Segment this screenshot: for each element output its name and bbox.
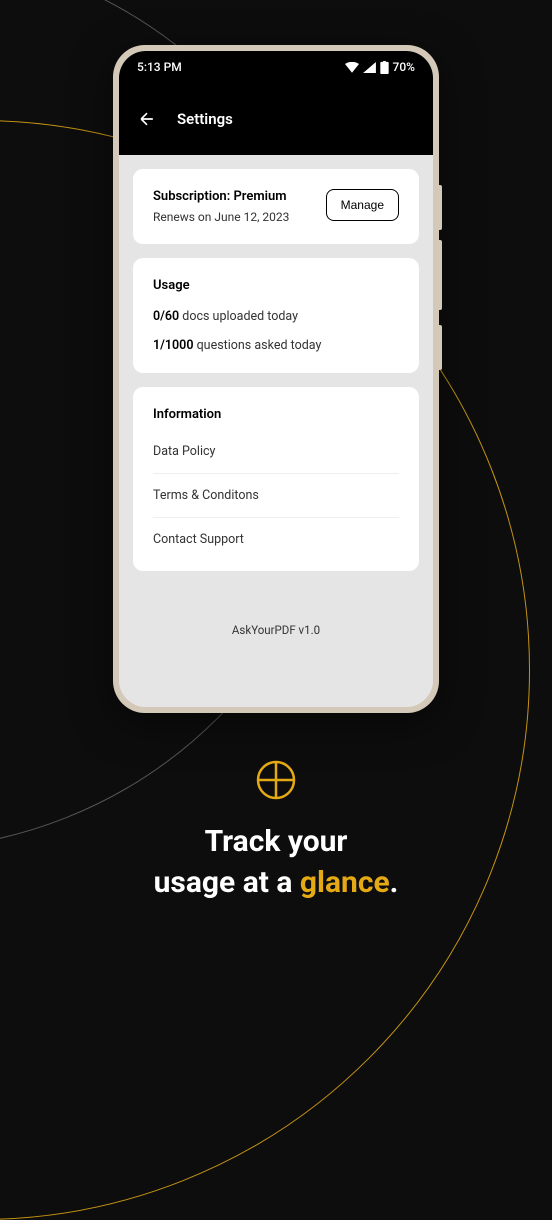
tagline-line2-start: usage at a [154, 865, 300, 900]
app-header: Settings [119, 83, 433, 155]
contact-support-link[interactable]: Contact Support [153, 518, 399, 561]
usage-questions-row: 1/1000 questions asked today [153, 338, 399, 353]
content-area: Subscription: Premium Renews on June 12,… [119, 155, 433, 707]
information-card: Information Data Policy Terms & Conditon… [133, 387, 419, 571]
wifi-icon [345, 62, 359, 73]
app-logo-icon [256, 760, 296, 804]
data-policy-link[interactable]: Data Policy [153, 430, 399, 474]
phone-frame: 5:13 PM 70% Settings Subscription: Premi… [113, 45, 439, 713]
version-text: AskYourPDF v1.0 [133, 623, 419, 637]
phone-side-button [439, 240, 442, 310]
terms-link[interactable]: Terms & Conditons [153, 474, 399, 518]
status-icons: 70% [345, 60, 415, 74]
back-arrow-icon[interactable] [137, 109, 157, 129]
usage-questions-count: 1/1000 [153, 338, 193, 353]
phone-screen: 5:13 PM 70% Settings Subscription: Premi… [119, 51, 433, 707]
usage-card: Usage 0/60 docs uploaded today 1/1000 qu… [133, 258, 419, 373]
status-bar: 5:13 PM 70% [119, 51, 433, 83]
battery-percent: 70% [393, 60, 415, 74]
tagline-line1: Track your [205, 824, 348, 859]
usage-questions-label: questions asked today [193, 338, 321, 353]
signal-icon [363, 62, 376, 73]
page-title: Settings [177, 110, 233, 128]
usage-docs-row: 0/60 docs uploaded today [153, 309, 399, 324]
marketing-tagline: Track your usage at a glance. [0, 822, 552, 903]
status-time: 5:13 PM [137, 60, 182, 74]
subscription-renewal: Renews on June 12, 2023 [153, 210, 289, 224]
manage-button[interactable]: Manage [326, 189, 399, 221]
battery-icon [380, 61, 389, 74]
usage-docs-label: docs uploaded today [179, 309, 298, 324]
subscription-info: Subscription: Premium Renews on June 12,… [153, 189, 289, 224]
usage-title: Usage [153, 278, 399, 293]
tagline-accent: glance [300, 865, 390, 900]
phone-side-button [439, 325, 442, 370]
usage-docs-count: 0/60 [153, 309, 179, 324]
subscription-card: Subscription: Premium Renews on June 12,… [133, 169, 419, 244]
information-title: Information [153, 407, 399, 422]
tagline-line2-end: . [390, 865, 399, 900]
subscription-title: Subscription: Premium [153, 189, 289, 204]
phone-side-button [439, 185, 442, 230]
